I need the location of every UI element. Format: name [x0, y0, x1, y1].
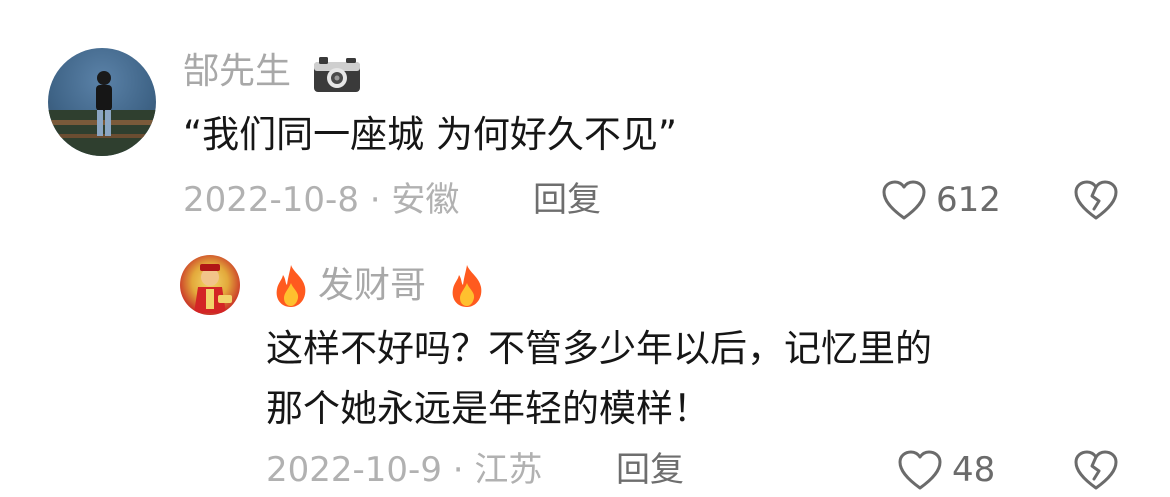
comment-date-location: 2022-10-8 · 安徽 [183, 180, 460, 220]
avatar-picture [194, 264, 232, 313]
avatar[interactable] [180, 255, 240, 315]
camera-icon [312, 54, 362, 94]
avatar-photo [48, 71, 156, 156]
reply-button[interactable]: 回复 [616, 450, 684, 490]
reply-text-line-2: 那个她永远是年轻的模样！ [266, 387, 710, 430]
fire-icon [270, 263, 312, 309]
comment-text: “我们同一座城 为何好久不见” [183, 113, 678, 156]
avatar[interactable] [48, 48, 156, 156]
like-count: 48 [952, 450, 996, 490]
reply-button[interactable]: 回复 [533, 180, 601, 220]
reply-text-line-1: 这样不好吗？不管多少年以后，记忆里的 [266, 327, 932, 370]
reply-username[interactable]: 发财哥 [318, 266, 426, 306]
dislike-broken-heart-icon[interactable] [1072, 448, 1120, 492]
dislike-broken-heart-icon[interactable] [1072, 178, 1120, 222]
reply-date-location: 2022-10-9 · 江苏 [266, 450, 543, 490]
like-count: 612 [936, 180, 1001, 220]
comment-username[interactable]: 郜先生 [183, 52, 291, 92]
fire-icon [446, 263, 488, 309]
heart-icon[interactable] [896, 448, 944, 492]
heart-icon[interactable] [880, 178, 928, 222]
